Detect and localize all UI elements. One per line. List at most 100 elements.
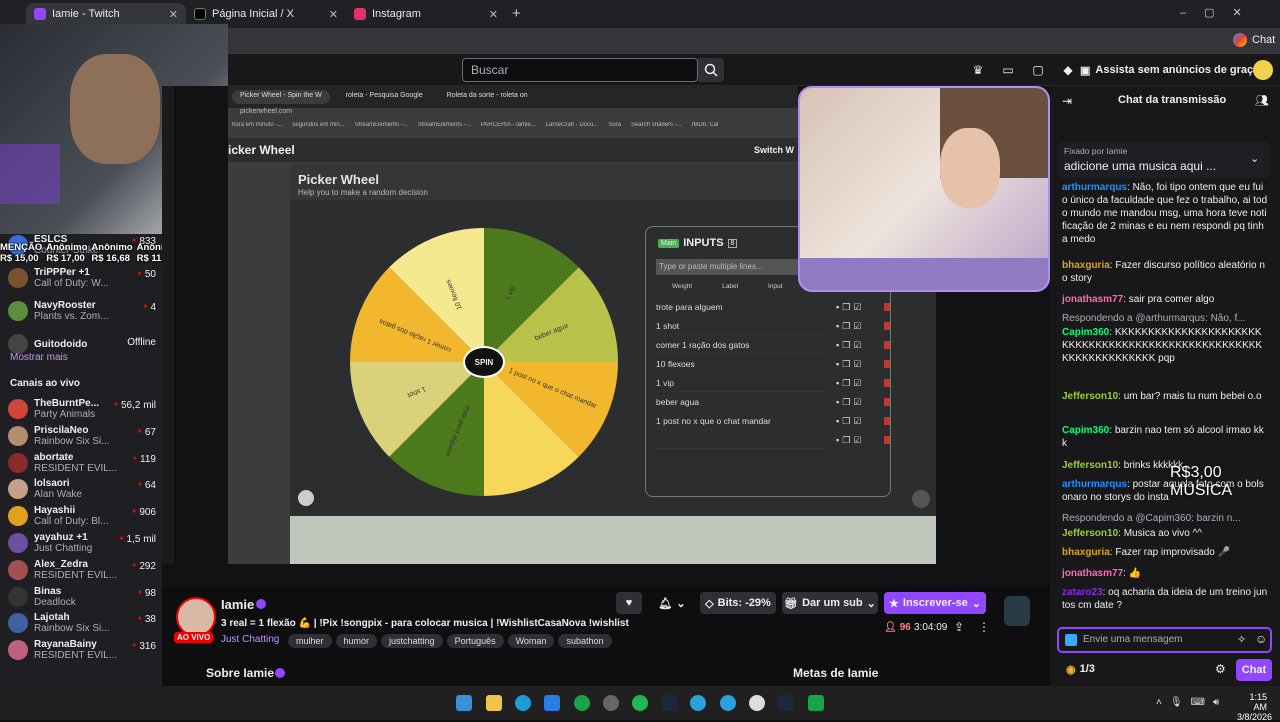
chat-username[interactable]: arthurmarqus [1062, 182, 1127, 193]
row-actions-icon[interactable]: ▪❐☑ [836, 413, 884, 430]
edge-icon[interactable] [515, 695, 531, 711]
sound-icon[interactable] [298, 490, 314, 506]
chat-username[interactable]: Capim360 [1062, 327, 1109, 338]
sidebar-channel[interactable]: TheBurntPe...Party Animals56,2 mil [8, 396, 158, 422]
chat-username[interactable]: Capim360 [1062, 425, 1109, 436]
chat-input[interactable]: Envie uma mensagem ✧ ☺ [1057, 627, 1272, 653]
delete-icon[interactable] [884, 360, 890, 368]
row-actions-icon[interactable]: ▪❐☑ [836, 432, 884, 449]
new-tab-icon[interactable]: + [512, 5, 521, 22]
sidebar-channel[interactable]: abortateRESIDENT EVIL... 119 [8, 450, 158, 476]
reply-header[interactable]: Respondendo a @Capim360: barzin n... [1062, 512, 1268, 525]
stream-tag[interactable]: humor [335, 634, 378, 648]
close-icon[interactable]: ✕ [329, 8, 338, 21]
sidebar-channel[interactable]: lolsaoriAlan Wake 64 [8, 476, 158, 502]
steam-icon[interactable] [778, 695, 794, 711]
chat-users-icon[interactable]: 👥︎ [1255, 94, 1269, 107]
search-input[interactable]: Buscar [462, 58, 698, 82]
chat-username[interactable]: zataro23 [1062, 587, 1103, 598]
sidebar-channel[interactable]: NavyRoosterPlants vs. Zom... 4 [8, 298, 158, 324]
sidebar-channel[interactable]: Alex_ZedraRESIDENT EVIL... 292 [8, 557, 158, 583]
bits-button[interactable]: ◇ Bits: -29% [700, 592, 776, 614]
xbox-icon[interactable] [574, 695, 590, 711]
chat-message[interactable]: Jefferson10: Musica ao vivo ^^ [1062, 527, 1268, 540]
file-explorer-icon[interactable] [486, 695, 502, 711]
chat-message[interactable]: zataro23: oq acharia da ideia de um trei… [1062, 586, 1268, 612]
spotify-icon[interactable] [632, 695, 648, 711]
windows-start-icon[interactable] [456, 695, 472, 711]
more-options-icon[interactable]: ⋮ [978, 620, 990, 634]
media-player-icon[interactable] [749, 695, 765, 711]
channel-points[interactable]: ◉ 1/3 [1066, 663, 1095, 676]
close-icon[interactable]: ✕ [169, 8, 178, 21]
subscribe-button[interactable]: ★ Inscrever-se ⌄ [884, 592, 986, 614]
search-button[interactable] [698, 58, 724, 82]
row-actions-icon[interactable]: ▪❐☑ [836, 318, 884, 335]
sidebar-channel[interactable]: BinasDeadlock 98 [8, 584, 158, 610]
chat-message[interactable]: Capim360: KKKKKKKKKKKKKKKKKKKKKKKKKKKKKK… [1062, 326, 1268, 365]
window-controls-icon[interactable]: –▢✕ [1180, 6, 1260, 19]
share-icon[interactable]: ⇪ [954, 620, 964, 634]
streamer-name[interactable]: Iamie [221, 597, 254, 612]
pinned-message[interactable]: Fixado por Iamie adicione uma musica aqu… [1058, 142, 1270, 178]
chat-message[interactable]: bhaxguria: Fazer discurso político aleat… [1062, 259, 1268, 285]
follow-button[interactable]: ♥ [616, 592, 642, 614]
chat-username[interactable]: Jefferson10 [1062, 460, 1118, 471]
chat-username[interactable]: Jefferson10 [1062, 528, 1118, 539]
notify-button[interactable]: 🔔︎ ⌄ [652, 592, 692, 614]
system-tray-icons[interactable]: ˄🎙︎⌨🔊︎ [1156, 697, 1227, 708]
chat-username[interactable]: Jefferson10 [1062, 391, 1118, 402]
show-more-link[interactable]: Mostrar mais [10, 352, 68, 363]
delete-icon[interactable] [884, 379, 890, 387]
obs-icon[interactable] [603, 695, 619, 711]
inbox-icon[interactable]: ▭ [1000, 62, 1016, 78]
input-row[interactable]: beber agua ▪❐☑ [656, 394, 890, 411]
stream-tag[interactable]: mulher [288, 634, 332, 648]
chat-username[interactable]: jonathasm77 [1062, 294, 1123, 305]
reply-header[interactable]: Respondendo a @arthurmarqus: Não, f... [1062, 312, 1268, 325]
sidebar-channel[interactable]: RayanaBainyRESIDENT EVIL... 316 [8, 637, 158, 663]
delete-icon[interactable] [884, 436, 890, 444]
stream-tag[interactable]: justchatting [381, 634, 443, 648]
telegram-icon[interactable] [690, 695, 706, 711]
sidebar-channel[interactable]: LajotahRainbow Six Si... 38 [8, 610, 158, 636]
stream-tag[interactable]: Woman [507, 634, 555, 648]
input-row[interactable]: trote para alguem ▪❐☑ [656, 299, 890, 316]
chat-message[interactable]: Jefferson10: um bar? mais tu num bebei o… [1062, 390, 1268, 403]
hype-icon[interactable] [1004, 596, 1030, 626]
xbox-app-icon[interactable] [808, 695, 824, 711]
sidebar-channel[interactable]: yayahuz +1Just Chatting1,5 mil [8, 530, 158, 556]
chat-extension-icon[interactable] [1233, 33, 1247, 47]
bits-icon[interactable]: ◆ [1060, 62, 1076, 78]
tab-twitch[interactable]: Iamie - Twitch ✕ [26, 3, 186, 25]
delete-icon[interactable] [884, 303, 890, 311]
fullscreen-icon[interactable] [912, 490, 930, 508]
delete-icon[interactable] [884, 417, 890, 425]
promo-button[interactable]: ▣ Assista sem anúncios de graça [1080, 61, 1259, 79]
chat-message[interactable]: bhaxguria: Fazer rap improvisado 🎤 [1062, 546, 1268, 559]
input-row[interactable]: 10 flexoes ▪❐☑ [656, 356, 890, 373]
chat-message[interactable]: jonathasm77: sair pra comer algo [1062, 293, 1268, 306]
sidebar-channel[interactable]: HayashiiCall of Duty: Bl... 906 [8, 503, 158, 529]
spin-button[interactable]: SPIN [463, 346, 505, 378]
settings-icon[interactable]: ⚙ [1215, 662, 1226, 676]
streamer-avatar[interactable] [176, 597, 216, 637]
chat-message[interactable]: Capim360: barzin nao tem só alcool irmao… [1062, 424, 1268, 450]
row-actions-icon[interactable]: ▪❐☑ [836, 375, 884, 392]
telegram-icon[interactable] [720, 695, 736, 711]
chat-username[interactable]: bhaxguria [1062, 547, 1110, 558]
outlook-icon[interactable] [544, 695, 560, 711]
steam-icon[interactable] [661, 695, 677, 711]
row-actions-icon[interactable]: ▪❐☑ [836, 394, 884, 411]
row-actions-icon[interactable]: ▪❐☑ [836, 356, 884, 373]
delete-icon[interactable] [884, 398, 890, 406]
collapse-chat-icon[interactable]: ⇥ [1062, 94, 1072, 108]
chat-username[interactable]: arthurmarqus [1062, 479, 1127, 490]
tab-x[interactable]: Página Inicial / X ✕ [186, 3, 346, 25]
input-row[interactable]: ▪❐☑ [656, 432, 890, 449]
avatar[interactable] [1253, 60, 1273, 80]
category-link[interactable]: Just Chatting [221, 634, 279, 645]
chat-username[interactable]: bhaxguria [1062, 260, 1110, 271]
chat-message[interactable]: arthurmarqus: Não, foi tipo ontem que eu… [1062, 181, 1268, 246]
input-row[interactable]: 1 vip ▪❐☑ [656, 375, 890, 392]
